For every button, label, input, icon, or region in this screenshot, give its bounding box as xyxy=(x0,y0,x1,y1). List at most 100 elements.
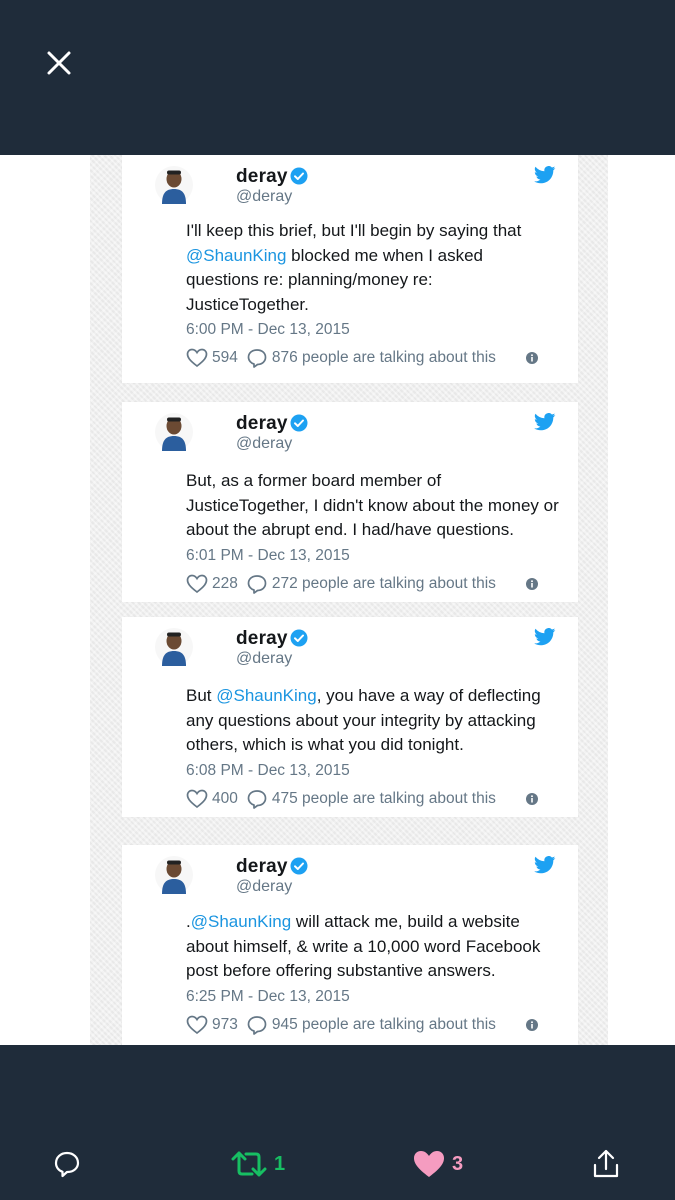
retweet-count: 1 xyxy=(274,1152,286,1175)
tweet-text-line: I'll keep this brief, but I'll begin by … xyxy=(186,219,576,244)
tweet-text-line: JusticeTogether, I didn't know about the… xyxy=(186,494,576,519)
tweet-text-segment: I'll keep this brief, but I'll begin by … xyxy=(186,221,522,240)
verified-badge-icon xyxy=(290,167,308,185)
tweet-text-segment: But, as a former board member of xyxy=(186,471,442,490)
top-bar xyxy=(0,0,675,155)
talking-count: 272 people are talking about this xyxy=(271,574,496,592)
mention-link[interactable]: @ShaunKing xyxy=(186,246,286,265)
tweet-author-name: deray xyxy=(236,628,288,649)
tweet-text-line: JusticeTogether. xyxy=(186,293,576,318)
close-button[interactable] xyxy=(42,46,76,80)
tweet-screenshot-photo: deray @deray I'll keep this brief, but I'l… xyxy=(90,155,608,1045)
tweet-author-handle: @deray xyxy=(236,878,293,895)
retweet-button[interactable]: 1 xyxy=(230,1148,285,1180)
info-icon xyxy=(526,1018,538,1031)
heart-icon xyxy=(186,1015,208,1034)
tweet-text-line: others, which is what you did tonight. xyxy=(186,733,576,758)
tweet-text: .@ShaunKing will attack me, build a webs… xyxy=(186,910,576,984)
tweet-text-line: But, as a former board member of xyxy=(186,469,576,494)
tweet-actions: 973 945 people are talking about this xyxy=(186,1014,496,1036)
twitter-bird-icon xyxy=(534,856,556,874)
twitter-bird-icon xyxy=(534,166,556,184)
speech-bubble-icon xyxy=(247,574,267,594)
tweet-text-line: about the abrupt end. I had/have questio… xyxy=(186,518,576,543)
tweet-text-line: .@ShaunKing will attack me, build a webs… xyxy=(186,910,576,935)
tweet-card: deray @deray But @ShaunKing, you have a wa… xyxy=(122,617,578,817)
tweet-text-segment: will attack me, build a website xyxy=(291,912,520,931)
tweet-text-line: @ShaunKing blocked me when I asked xyxy=(186,244,576,269)
tweet-text-line: post before offering substantive answers… xyxy=(186,959,576,984)
tweet-actions: 228 272 people are talking about this xyxy=(186,573,496,595)
talking-count: 475 people are talking about this xyxy=(271,789,496,807)
tweet-card: deray @deray I'll keep this brief, but I'l… xyxy=(122,155,578,383)
speech-bubble-icon xyxy=(247,789,267,809)
tweet-text-line: any questions about your integrity by at… xyxy=(186,709,576,734)
heart-icon xyxy=(186,348,208,368)
tweet-text: But @ShaunKing, you have a way of deflec… xyxy=(186,684,576,758)
avatar-icon xyxy=(155,166,193,204)
avatar-icon xyxy=(155,413,193,451)
talking-count: 945 people are talking about this xyxy=(271,1015,496,1033)
talking-count: 876 people are talking about this xyxy=(271,349,496,366)
bottom-bar xyxy=(0,1045,675,1200)
tweet-text: I'll keep this brief, but I'll begin by … xyxy=(186,219,576,317)
twitter-bird-icon xyxy=(534,413,556,431)
mention-link[interactable]: @ShaunKing xyxy=(216,686,316,705)
tweet-text-segment: about himself, & write a 10,000 word Fac… xyxy=(186,936,541,956)
tweet-text-segment: , you have a way of deflecting xyxy=(316,686,541,705)
share-button[interactable] xyxy=(591,1148,621,1180)
like-count: 400 xyxy=(212,789,238,807)
verified-badge-icon xyxy=(290,629,308,647)
info-icon xyxy=(526,352,538,364)
avatar-icon xyxy=(155,856,193,894)
tweet-text-line: about himself, & write a 10,000 word Fac… xyxy=(186,935,576,960)
tweet-text-segment: about the abrupt end. I had/have questio… xyxy=(186,520,514,539)
tweet-text-line: questions re: planning/money re: xyxy=(186,268,576,293)
tweet-text-segment: JusticeTogether, I didn't know about the… xyxy=(186,495,559,515)
tweet-text-segment: blocked me when I asked xyxy=(286,245,484,265)
tweet-author-handle: @deray xyxy=(236,188,293,205)
tweet-timestamp: 6:25 PM - Dec 13, 2015 xyxy=(186,987,350,1005)
twitter-bird-icon xyxy=(534,628,556,646)
heart-icon xyxy=(186,574,208,593)
tweet-text-segment: any questions about your integrity by at… xyxy=(186,710,536,730)
tweet-author-name: deray xyxy=(236,413,288,434)
tweet-card: deray @deray .@ShaunKing will attack me, b… xyxy=(122,845,578,1045)
tweet-author-handle: @deray xyxy=(236,650,293,667)
close-icon xyxy=(47,51,71,75)
mention-link[interactable]: @ShaunKing xyxy=(191,912,291,931)
media-image: deray @deray I'll keep this brief, but I'l… xyxy=(0,155,675,1045)
like-button[interactable]: 3 xyxy=(412,1148,463,1180)
speech-bubble-icon xyxy=(247,1015,267,1035)
tweet-text-segment: post before offering substantive answers… xyxy=(186,961,496,980)
tweet-text-segment: But xyxy=(186,686,217,705)
share-icon xyxy=(593,1149,619,1178)
tweet-text-segment: others, which is what you did tonight. xyxy=(186,735,464,754)
tweet-text-segment: questions re: planning/money re: xyxy=(186,270,433,289)
like-count: 594 xyxy=(212,349,238,366)
tweet-text-segment: JusticeTogether. xyxy=(186,294,309,314)
tweet-actions: 594 876 people are talking about this xyxy=(186,347,496,369)
tweet-author-handle: @deray xyxy=(236,435,293,452)
speech-bubble-icon xyxy=(247,349,267,368)
tweet-card: deray @deray But, as a former board member… xyxy=(122,402,578,602)
tweet-author-name: deray xyxy=(236,856,288,877)
heart-icon xyxy=(186,789,208,808)
reply-button[interactable] xyxy=(52,1148,82,1180)
verified-badge-icon xyxy=(290,414,308,432)
reply-icon xyxy=(54,1151,80,1178)
like-count: 973 xyxy=(212,1015,238,1033)
retweet-icon xyxy=(231,1151,267,1177)
tweet-timestamp: 6:08 PM - Dec 13, 2015 xyxy=(186,761,350,779)
info-icon xyxy=(526,792,538,805)
tweet-author-name: deray xyxy=(236,166,288,187)
tweet-timestamp: 6:01 PM - Dec 13, 2015 xyxy=(186,546,350,564)
tweet-actions: 400 475 people are talking about this xyxy=(186,788,496,810)
verified-badge-icon xyxy=(290,857,308,875)
info-icon xyxy=(526,577,538,590)
like-count: 228 xyxy=(212,574,238,592)
tweet-text: But, as a former board member of JusticeT… xyxy=(186,469,576,543)
tweet-timestamp: 6:00 PM - Dec 13, 2015 xyxy=(186,321,350,338)
tweet-text-line: But @ShaunKing, you have a way of deflec… xyxy=(186,684,576,709)
like-count: 3 xyxy=(452,1152,464,1175)
